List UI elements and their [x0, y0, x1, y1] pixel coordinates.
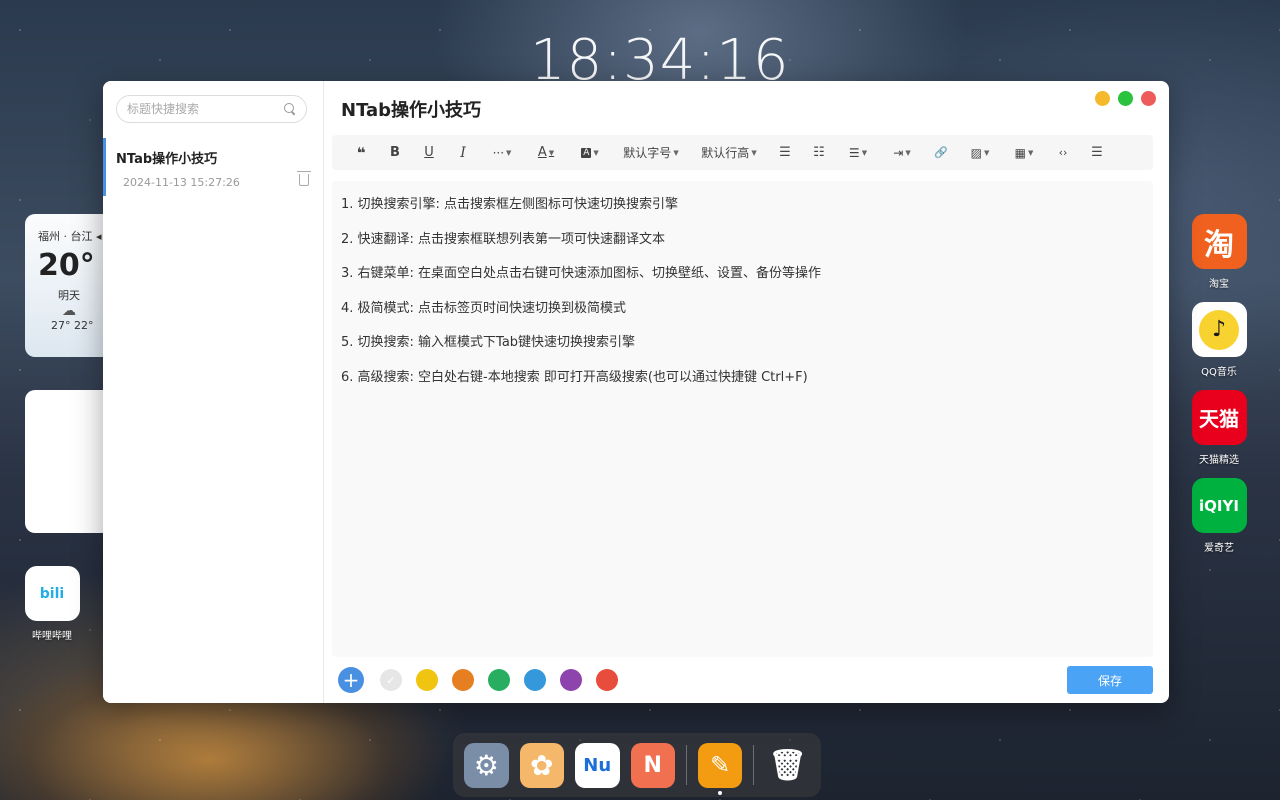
indent-button[interactable]: ⇥ ▼: [880, 141, 924, 165]
tmall-icon: 天猫: [1191, 390, 1247, 445]
editor-bottom-bar: + ✓ 保存: [338, 666, 1153, 694]
line-height-label: 默认行高: [701, 146, 750, 160]
nu-app-icon[interactable]: Nu: [575, 742, 620, 788]
notes-sidebar: NTab操作小技巧 2024-11-13 15:27:26: [103, 81, 324, 703]
taobao-label: 淘宝: [1209, 279, 1229, 290]
underline-button[interactable]: U: [412, 141, 446, 165]
chevron-down-icon: ▼: [751, 148, 757, 157]
content-line: 4. 极简模式: 点击标签页时间快速切换到极简模式: [341, 300, 627, 316]
iqiyi-icon: iQIYI: [1191, 478, 1247, 533]
add-note-button[interactable]: +: [338, 667, 364, 693]
chevron-down-icon: ▼: [506, 148, 512, 157]
editor-toolbar: ❝ B U I ··· ▼ A ▼ A ▼ 默认字号 ▼ 默认行高 ▼ ☰ ☷ ☰ ▼ ⇥ ▼…: [332, 135, 1153, 170]
italic-button[interactable]: I: [446, 141, 480, 165]
note-content[interactable]: 1. 切换搜索引擎: 点击搜索框左侧图标可快速切换搜索引擎 2. 快速翻译: 点…: [332, 181, 1153, 657]
save-button[interactable]: 保存: [1067, 666, 1153, 694]
font-size-label: 默认字号: [623, 146, 672, 160]
note-title[interactable]: NTab操作小技巧: [341, 96, 481, 122]
chevron-down-icon: ▼: [905, 148, 911, 157]
dock: ⚙ ✿ Nu N ✎ 🗑: [453, 733, 821, 797]
iqiyi-app[interactable]: iQIYI 爱奇艺: [1184, 478, 1254, 554]
taobao-icon: 淘: [1191, 214, 1247, 269]
chevron-down-icon: ▼: [861, 148, 868, 157]
table-button[interactable]: ▦ ▼: [1002, 141, 1046, 165]
font-color-button[interactable]: A ▼: [524, 141, 568, 165]
iqiyi-label: 爱奇艺: [1204, 543, 1234, 554]
content-line: 2. 快速翻译: 点击搜索框联想列表第一项可快速翻译文本: [341, 231, 666, 247]
bilibili-app[interactable]: bili 哔哩哔哩: [17, 566, 87, 642]
color-swatch-yellow[interactable]: [416, 669, 438, 691]
note-list-item[interactable]: NTab操作小技巧 2024-11-13 15:27:26: [103, 138, 323, 196]
table-icon: ▦: [1014, 145, 1026, 160]
content-line: 5. 切换搜索: 输入框模式下Tab键快速切换搜索引擎: [341, 335, 636, 350]
search-icon[interactable]: [284, 103, 296, 115]
image-button[interactable]: ▨ ▼: [958, 141, 1002, 165]
pen-icon: ✎: [710, 751, 731, 779]
divider-icon[interactable]: ☰: [1080, 141, 1114, 165]
bg-color-icon: A: [581, 147, 592, 158]
align-icon: ☰: [848, 145, 860, 160]
qqmusic-icon: ♪: [1191, 302, 1247, 357]
qqmusic-label: QQ音乐: [1201, 367, 1237, 378]
title-search[interactable]: [116, 95, 307, 123]
bold-button[interactable]: B: [378, 141, 412, 165]
trash-app-icon[interactable]: 🗑: [765, 743, 810, 788]
align-button[interactable]: ☰ ▼: [836, 141, 880, 165]
bg-color-button[interactable]: A ▼: [568, 141, 612, 165]
taobao-app[interactable]: 淘 淘宝: [1184, 214, 1254, 290]
more-icon: ···: [492, 145, 505, 160]
content-line: 3. 右键菜单: 在桌面空白处点击右键可快速添加图标、切换壁纸、设置、备份等操作: [341, 266, 822, 281]
note-item-date: 2024-11-13 15:27:26: [123, 176, 240, 189]
note-window: NTab操作小技巧 2024-11-13 15:27:26 NTab操作小技巧 …: [103, 81, 1169, 703]
link-icon[interactable]: 🔗: [924, 141, 958, 165]
dock-separator: [686, 745, 687, 785]
image-icon: ▨: [970, 145, 982, 160]
ordered-list-icon[interactable]: ☷: [802, 141, 836, 165]
n-app-icon[interactable]: N: [630, 742, 675, 788]
chevron-down-icon: ▼: [593, 148, 599, 157]
minimize-button[interactable]: [1095, 91, 1110, 106]
settings-app-icon[interactable]: ⚙: [464, 742, 509, 788]
content-line: 6. 高级搜索: 空白处右键-本地搜索 即可打开高级搜索(也可以通过快捷键 Ct…: [341, 369, 808, 385]
chevron-down-icon: ▼: [1027, 148, 1034, 157]
chevron-down-icon: ▼: [673, 148, 679, 157]
tmall-app[interactable]: 天猫 天猫精选: [1184, 390, 1254, 466]
color-swatch-red[interactable]: [596, 669, 618, 691]
chevron-down-icon: ▼: [548, 148, 555, 157]
tmall-label: 天猫精选: [1199, 455, 1239, 466]
color-swatch-blue[interactable]: [524, 669, 546, 691]
qqmusic-app[interactable]: ♪ QQ音乐: [1184, 302, 1254, 378]
dock-separator: [753, 745, 755, 785]
more-button[interactable]: ··· ▼: [480, 141, 524, 165]
color-swatch-orange[interactable]: [452, 669, 474, 691]
window-controls: [1095, 91, 1156, 106]
bullet-list-icon[interactable]: ☰: [768, 141, 802, 165]
line-height-select[interactable]: 默认行高 ▼: [690, 141, 768, 165]
bilibili-icon: bili: [24, 566, 80, 621]
font-color-icon: A: [537, 145, 547, 160]
flower-app-icon[interactable]: ✿: [519, 742, 564, 788]
notes-app-icon[interactable]: ✎: [697, 742, 743, 795]
maximize-button[interactable]: [1118, 91, 1133, 106]
code-icon[interactable]: ‹›: [1046, 141, 1080, 165]
chevron-down-icon: ▼: [983, 148, 990, 157]
color-swatch-gray[interactable]: ✓: [380, 669, 402, 691]
search-input[interactable]: [127, 102, 284, 116]
indent-icon: ⇥: [893, 145, 904, 160]
content-line: 1. 切换搜索引擎: 点击搜索框左侧图标可快速切换搜索引擎: [341, 197, 679, 212]
bilibili-label: 哔哩哔哩: [32, 631, 72, 642]
note-item-title: NTab操作小技巧: [116, 152, 218, 167]
running-indicator: [717, 790, 722, 795]
quote-button[interactable]: ❝: [344, 141, 378, 165]
color-swatch-green[interactable]: [488, 669, 510, 691]
note-editor-pane: NTab操作小技巧 ❝ B U I ··· ▼ A ▼ A ▼ 默认字号 ▼ 默认行高 ▼…: [324, 81, 1169, 703]
close-button[interactable]: [1141, 91, 1156, 106]
font-size-select[interactable]: 默认字号 ▼: [612, 141, 690, 165]
color-swatch-purple[interactable]: [560, 669, 582, 691]
trash-icon[interactable]: [297, 171, 311, 186]
